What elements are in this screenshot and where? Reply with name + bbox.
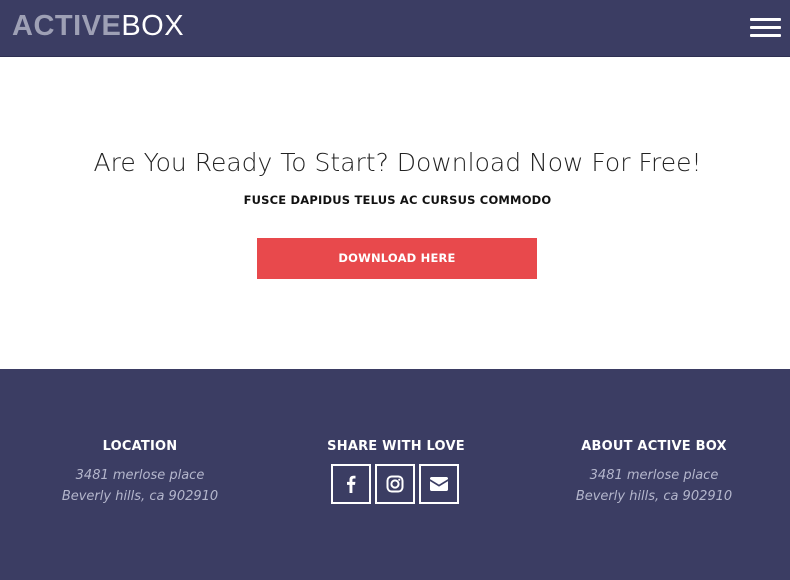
about-line-2: Beverly hills, ca 902910 bbox=[575, 489, 733, 504]
facebook-icon[interactable] bbox=[331, 464, 371, 504]
download-subheading: FUSCE DAPIDUS TELUS AC CURSUS COMMODO bbox=[243, 193, 552, 207]
instagram-icon[interactable] bbox=[375, 464, 415, 504]
logo-word-box: BOX bbox=[121, 10, 185, 42]
footer-location: LOCATION 3481 merlose place Beverly hill… bbox=[40, 439, 240, 507]
download-section: Are You Ready To Start? Download Now For… bbox=[0, 57, 790, 369]
footer-share: SHARE WITH LOVE bbox=[296, 439, 496, 455]
brand-logo[interactable]: ACTIVEBOX bbox=[12, 10, 184, 42]
footer-about: ABOUT ACTIVE BOX 3481 merlose place Beve… bbox=[554, 439, 754, 507]
share-title: SHARE WITH LOVE bbox=[327, 439, 465, 454]
logo-word-active: ACTIVE bbox=[12, 10, 122, 42]
menu-bar bbox=[750, 34, 781, 37]
menu-bar bbox=[750, 26, 781, 29]
envelope-glyph bbox=[430, 477, 448, 491]
site-footer: LOCATION 3481 merlose place Beverly hill… bbox=[0, 369, 790, 580]
download-heading: Are You Ready To Start? Download Now For… bbox=[93, 148, 702, 177]
location-title: LOCATION bbox=[102, 439, 178, 454]
top-navbar: ACTIVEBOX bbox=[0, 0, 790, 57]
location-line-2: Beverly hills, ca 902910 bbox=[61, 489, 219, 504]
menu-bar bbox=[750, 18, 781, 21]
about-line-1: 3481 merlose place bbox=[589, 468, 719, 483]
hamburger-menu-icon[interactable] bbox=[750, 18, 781, 38]
instagram-glyph bbox=[386, 475, 404, 493]
location-address: 3481 merlose place Beverly hills, ca 902… bbox=[40, 465, 240, 507]
location-line-1: 3481 merlose place bbox=[75, 468, 205, 483]
download-button[interactable]: DOWNLOAD HERE bbox=[257, 238, 537, 279]
about-address: 3481 merlose place Beverly hills, ca 902… bbox=[554, 465, 754, 507]
about-title: ABOUT ACTIVE BOX bbox=[581, 439, 727, 454]
envelope-icon[interactable] bbox=[419, 464, 459, 504]
facebook-glyph bbox=[347, 475, 356, 493]
